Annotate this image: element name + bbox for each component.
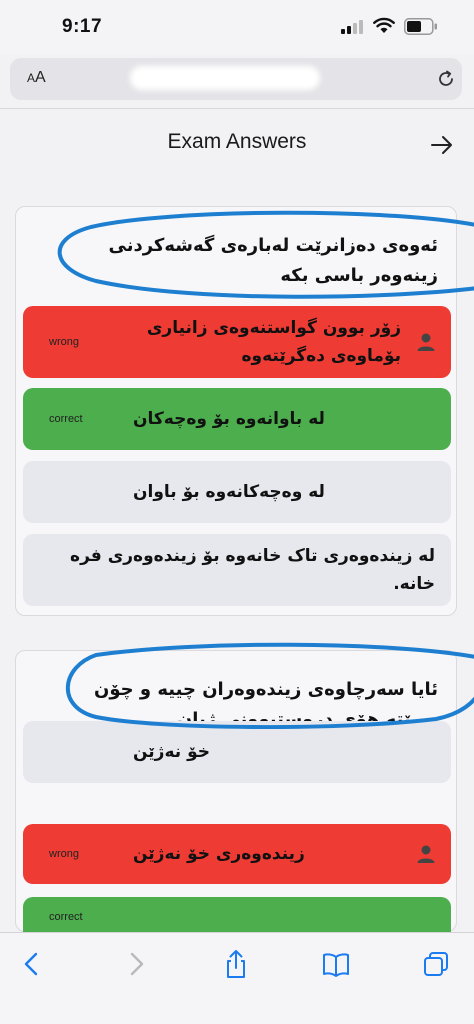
battery-icon (404, 18, 437, 35)
page-header: Exam Answers (0, 110, 474, 180)
status-bar: 9:17 (0, 0, 474, 54)
answer-text: لە زیندەوەری تاک خانەوە بۆ زیندەوەری فرە… (70, 546, 435, 594)
answer-status: wrong (49, 336, 79, 348)
divider (0, 108, 474, 109)
question-text: ئەوەی دەزانرێت لەبارەی گەشەکردنی زینەوەر… (108, 235, 438, 286)
answer-option[interactable]: لە زیندەوەری تاک خانەوە بۆ زیندەوەری فرە… (23, 534, 451, 606)
signal-icon (341, 20, 363, 34)
person-icon (417, 333, 435, 351)
answer-status: correct (49, 413, 83, 425)
answer-text (133, 897, 435, 937)
answer-status: wrong (49, 848, 79, 860)
answer-option[interactable]: correct (23, 897, 451, 937)
answer-option[interactable]: لە وەچەکانەوە بۆ باوان (23, 461, 451, 523)
url-field[interactable] (130, 66, 320, 90)
answer-status: correct (49, 911, 83, 923)
answer-option[interactable]: wrong زیندەوەری خۆ نەژێن (23, 824, 451, 884)
answer-option[interactable]: wrong زۆر بوون گواستنەوەی زانیاری بۆماوە… (23, 306, 451, 378)
forward-icon[interactable] (122, 949, 150, 979)
tabs-icon[interactable] (422, 949, 450, 979)
answer-text: زیندەوەری خۆ نەژێن (133, 844, 305, 864)
reload-icon[interactable] (436, 69, 456, 89)
text-size-button[interactable]: AA (27, 69, 46, 87)
question-card: ئەوەی دەزانرێت لەبارەی گەشەکردنی زینەوەر… (15, 206, 474, 616)
question-card: ئایا سەرچاوەی زیندەوەران چییە و چۆن دەبێ… (15, 642, 474, 937)
arrow-right-icon[interactable] (430, 134, 454, 156)
address-bar[interactable]: AA (10, 58, 462, 100)
bookmarks-icon[interactable] (322, 949, 350, 979)
answer-text: زۆر بوون گواستنەوەی زانیاری بۆماوەی دەگر… (146, 318, 401, 366)
answer-text: خۆ نەژێن (133, 742, 210, 762)
page-title: Exam Answers (167, 130, 307, 153)
back-icon[interactable] (18, 949, 46, 979)
answer-option[interactable]: خۆ نەژێن (23, 721, 451, 783)
answer-text: لە باوانەوە بۆ وەچەکان (133, 409, 325, 429)
person-icon (417, 845, 435, 863)
status-time: 9:17 (62, 16, 103, 37)
wifi-icon (373, 17, 395, 33)
share-icon[interactable] (222, 949, 250, 979)
answer-option[interactable]: correct لە باوانەوە بۆ وەچەکان (23, 388, 451, 450)
answer-text: لە وەچەکانەوە بۆ باوان (133, 482, 325, 502)
bottom-toolbar (0, 932, 474, 1024)
